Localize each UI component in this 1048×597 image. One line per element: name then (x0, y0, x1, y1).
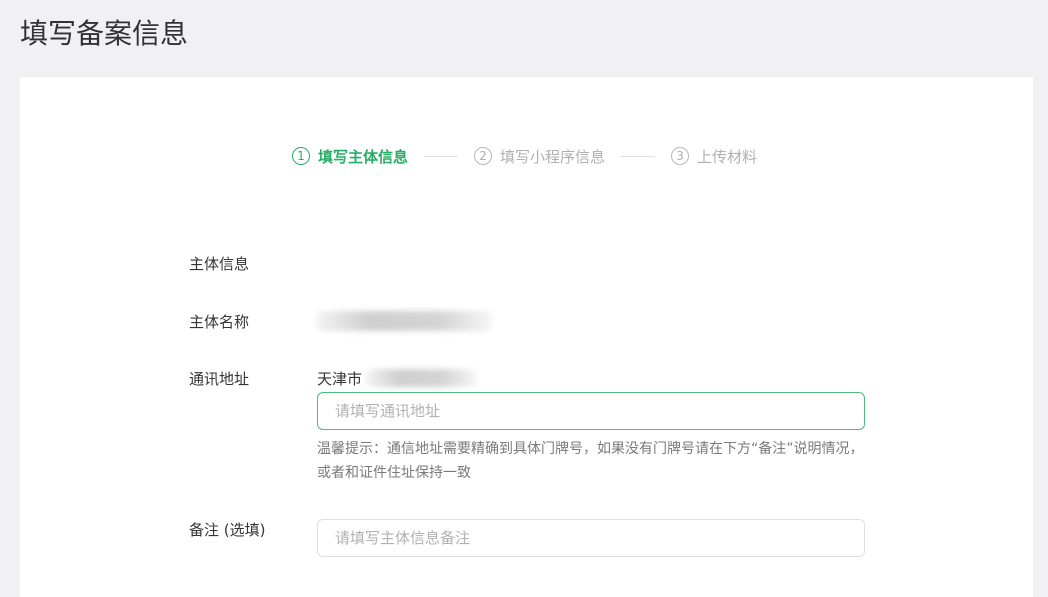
address-prefix: 天津市 (317, 370, 363, 388)
subject-name-value-redacted (316, 311, 492, 331)
step-3: 3 上传材料 (671, 146, 757, 167)
form-card: 1 填写主体信息 2 填写小程序信息 3 上传材料 主体信息 主体名称 通讯地址… (20, 77, 1033, 597)
step-indicator: 1 填写主体信息 2 填写小程序信息 3 上传材料 (292, 145, 757, 167)
step-1-number: 1 (292, 147, 310, 165)
address-value-redacted (366, 369, 476, 387)
step-1: 1 填写主体信息 (292, 146, 408, 167)
address-label: 通讯地址 (189, 370, 250, 388)
step-2-number: 2 (474, 147, 493, 165)
address-input[interactable] (317, 392, 865, 430)
page-title: 填写备案信息 (20, 17, 189, 50)
address-hint: 温馨提示：通信地址需要精确到具体门牌号，如果没有门牌号请在下方“备注”说明情况，… (317, 441, 864, 481)
step-2-label: 填写小程序信息 (500, 147, 606, 166)
remark-label: 备注 (选填) (189, 521, 266, 539)
subject-name-label: 主体名称 (189, 313, 250, 331)
step-1-label: 填写主体信息 (318, 147, 409, 166)
step-connector (424, 155, 459, 157)
step-2: 2 填写小程序信息 (474, 146, 605, 167)
step-connector (621, 155, 656, 157)
remark-input[interactable] (317, 519, 865, 557)
step-3-label: 上传材料 (697, 147, 758, 166)
section-title: 主体信息 (189, 255, 250, 273)
step-3-number: 3 (671, 147, 690, 165)
